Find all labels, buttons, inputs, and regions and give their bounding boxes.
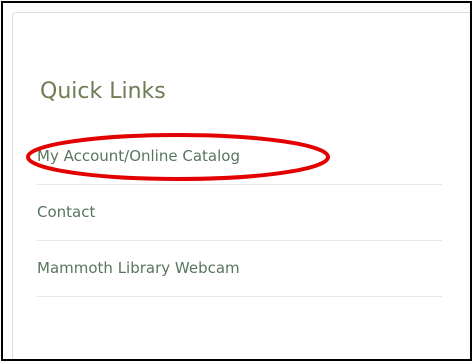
mammoth-library-webcam-link[interactable]: Mammoth Library Webcam xyxy=(37,257,240,279)
quick-links-title: Quick Links xyxy=(40,79,166,104)
list-item: Mammoth Library Webcam xyxy=(37,241,442,297)
list-item: Contact xyxy=(37,185,442,241)
contact-link[interactable]: Contact xyxy=(37,201,95,223)
screenshot-frame: Quick Links My Account/Online Catalog Co… xyxy=(1,1,472,361)
my-account-online-catalog-link[interactable]: My Account/Online Catalog xyxy=(37,145,240,167)
quick-links-list: My Account/Online Catalog Contact Mammot… xyxy=(37,129,442,297)
list-item: My Account/Online Catalog xyxy=(37,129,442,185)
